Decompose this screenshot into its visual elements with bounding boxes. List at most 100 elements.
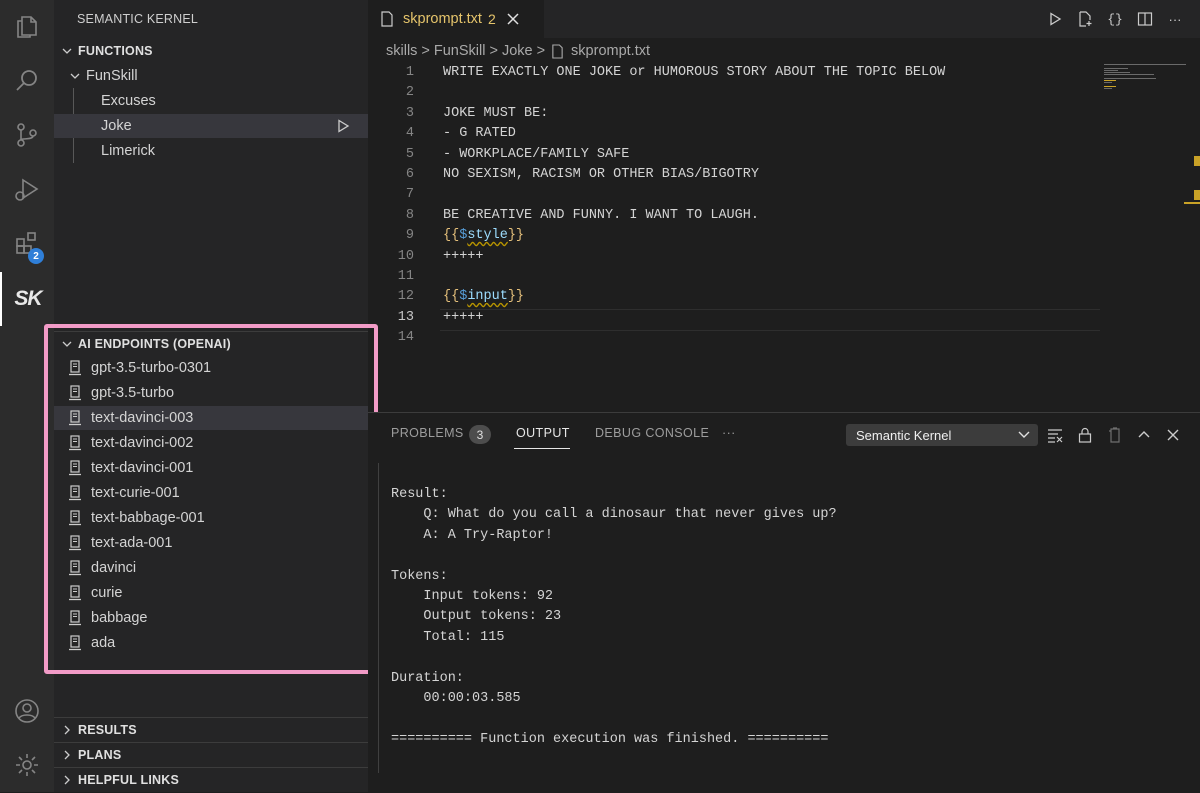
chevron-right-icon (64, 775, 70, 785)
endpoint-label: text-curie-001 (91, 485, 180, 501)
more-actions-icon[interactable]: ··· (1165, 9, 1185, 29)
tree-item-funskill[interactable]: FunSkill (54, 64, 368, 88)
endpoint-item[interactable]: gpt-3.5-turbo (54, 381, 368, 405)
file-icon (552, 43, 563, 59)
output-line: Input tokens: 92 (391, 589, 554, 604)
tab-problems-count: 2 (487, 11, 496, 27)
new-file-icon[interactable] (1075, 9, 1095, 29)
section-divider (54, 717, 368, 718)
code-line: NO SEXISM, RACISM OR OTHER BIAS/BIGOTRY (443, 167, 759, 182)
server-icon (69, 635, 81, 651)
server-icon (69, 560, 81, 576)
helpful-links-section-header[interactable]: HELPFUL LINKS (54, 769, 368, 791)
endpoint-label: text-ada-001 (91, 535, 173, 551)
clear-output-icon[interactable] (1047, 427, 1063, 443)
results-section-header[interactable]: RESULTS (54, 719, 368, 741)
breadcrumb-item[interactable]: Joke (502, 43, 533, 59)
endpoint-item[interactable]: text-davinci-001 (54, 456, 368, 480)
code-line: JOKE MUST BE: (443, 105, 549, 121)
plans-section-header[interactable]: PLANS (54, 744, 368, 766)
tree-item-label: Excuses (101, 93, 156, 109)
tab-label: skprompt.txt (403, 11, 482, 27)
endpoint-label: text-davinci-002 (91, 435, 194, 451)
code-line: - WORKPLACE/FAMILY SAFE (443, 146, 630, 162)
tab-output[interactable]: OUTPUT (516, 426, 570, 440)
current-line-highlight (440, 308, 1100, 331)
endpoint-label: ada (91, 635, 116, 651)
chevron-right-icon: > (536, 43, 546, 59)
close-icon[interactable] (507, 13, 519, 25)
settings-gear-icon[interactable] (0, 738, 54, 792)
server-icon (69, 535, 81, 551)
tree-item-joke[interactable]: Joke (54, 114, 368, 138)
output-line: Q: What do you call a dinosaur that neve… (391, 507, 837, 523)
minimap[interactable] (1100, 62, 1192, 102)
endpoint-item[interactable]: text-davinci-003 (54, 406, 368, 430)
open-log-icon[interactable] (1107, 427, 1123, 443)
section-divider (54, 331, 368, 332)
server-icon (69, 585, 81, 601)
panel-more-icon[interactable]: ··· (722, 426, 736, 440)
tab-skprompt[interactable]: skprompt.txt 2 (368, 0, 544, 38)
code-line: +++++ (443, 309, 484, 325)
line-number: 2 (405, 85, 414, 101)
functions-section-header[interactable]: FUNCTIONS (54, 40, 368, 62)
output-channel-select[interactable]: Semantic Kernel (846, 424, 1038, 446)
line-number: 4 (405, 126, 414, 142)
run-function-icon[interactable] (336, 119, 350, 133)
section-divider (54, 767, 368, 768)
breadcrumb-item[interactable]: skprompt.txt (571, 43, 650, 59)
chevron-right-icon (64, 750, 70, 760)
tab-problems[interactable]: PROBLEMS (391, 426, 464, 440)
endpoint-label: text-davinci-003 (91, 410, 194, 426)
section-divider (54, 742, 368, 743)
breadcrumb-item[interactable]: FunSkill (434, 43, 486, 59)
server-icon (69, 410, 81, 426)
breadcrumb-item[interactable]: skills (386, 43, 417, 59)
tree-item-label: FunSkill (86, 68, 138, 84)
braces-icon[interactable]: {} (1105, 9, 1125, 29)
endpoint-item[interactable]: ada (54, 631, 368, 655)
extensions-icon[interactable]: 2 (0, 216, 54, 270)
endpoint-label: babbage (91, 610, 148, 626)
line-number: 11 (397, 269, 414, 284)
tab-debug-console[interactable]: DEBUG CONSOLE (595, 426, 709, 440)
maximize-panel-icon[interactable] (1136, 427, 1152, 443)
split-editor-icon[interactable] (1135, 9, 1155, 29)
ai-endpoints-section-header[interactable]: AI ENDPOINTS (OPENAI) (54, 333, 368, 355)
chevron-down-icon (70, 73, 80, 79)
helpful-links-header-label: HELPFUL LINKS (78, 773, 179, 787)
endpoint-item[interactable]: text-ada-001 (54, 531, 368, 555)
server-icon (69, 460, 81, 476)
chevron-down-icon (62, 341, 72, 347)
endpoint-item[interactable]: curie (54, 581, 368, 605)
problems-count-badge: 3 (469, 425, 491, 444)
output-line: Duration: (391, 670, 464, 686)
account-icon[interactable] (0, 684, 54, 738)
explorer-icon[interactable] (0, 0, 54, 54)
server-icon (69, 360, 81, 376)
output-guide (378, 463, 379, 773)
tree-item-limerick[interactable]: Limerick (54, 139, 368, 163)
tree-item-excuses[interactable]: Excuses (54, 89, 368, 113)
output-line: Result: (391, 487, 448, 502)
endpoint-item[interactable]: text-davinci-002 (54, 431, 368, 455)
endpoint-item[interactable]: gpt-3.5-turbo-0301 (54, 356, 368, 380)
endpoint-label: gpt-3.5-turbo-0301 (91, 360, 212, 376)
search-icon[interactable] (0, 54, 54, 108)
functions-header-label: FUNCTIONS (78, 44, 153, 58)
run-debug-icon[interactable] (0, 162, 54, 216)
source-control-icon[interactable] (0, 108, 54, 162)
code-editor[interactable]: 1 WRITE EXACTLY ONE JOKE or HUMOROUS STOR… (368, 62, 1200, 412)
extensions-badge: 2 (28, 248, 44, 264)
lock-scroll-icon[interactable] (1077, 427, 1093, 443)
endpoint-item[interactable]: text-curie-001 (54, 481, 368, 505)
endpoint-item[interactable]: text-babbage-001 (54, 506, 368, 530)
close-panel-icon[interactable] (1165, 427, 1181, 443)
run-icon[interactable] (1045, 9, 1065, 29)
endpoint-label: text-davinci-001 (91, 460, 194, 476)
endpoint-item[interactable]: davinci (54, 556, 368, 580)
output-line: 00:00:03.585 (391, 691, 521, 706)
semantic-kernel-icon[interactable]: SK (0, 272, 54, 326)
endpoint-item[interactable]: babbage (54, 606, 368, 630)
